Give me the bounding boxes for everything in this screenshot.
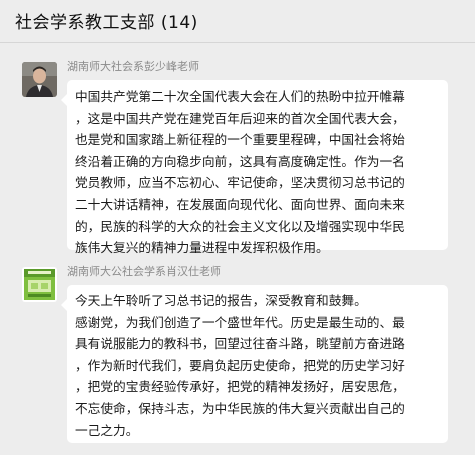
sender-avatar[interactable] bbox=[22, 267, 57, 302]
person-avatar-icon bbox=[22, 62, 57, 97]
message-text-line: 也是党和国家踏上新征程的一个重要里程碑，中国社会将始 bbox=[75, 132, 405, 148]
message-text-line: 感谢党，为我们创造了一个盛世年代。历史是最生动的、最 bbox=[75, 314, 405, 330]
chat-header: 社会学系教工支部 (14) bbox=[0, 0, 475, 42]
header-divider bbox=[0, 42, 475, 43]
chat-title[interactable]: 社会学系教工支部 (14) bbox=[15, 8, 198, 33]
message-text-line: ，作为新时代我们，要肩负起历史使命，把党的历史学习好 bbox=[75, 357, 405, 373]
message-text-line: 具有说服能力的教科书，回望过往奋斗路，眺望前方奋进路 bbox=[75, 336, 405, 352]
message-text-line: 的，民族的科学的大众的社会主义文化以及增强实现中华民 bbox=[75, 218, 405, 234]
message-text-line: 今天上午聆听了习总书记的报告，深受教育和鼓舞。 bbox=[75, 293, 367, 308]
sender-name: 湖南师大公社会学系肖汉仕老师 bbox=[67, 265, 221, 278]
message-bubble[interactable]: 中国共产党第二十次全国代表大会在人们的热盼中拉开帷幕 ，这是中国共产党在建党百年… bbox=[61, 80, 448, 255]
message-text-line: 二十大讲话精神，在发展面向现代化、面向世界、面向未来 bbox=[75, 196, 405, 212]
message-text-line: 终沿着正确的方向稳步向前，这具有高度确定性。作为一名 bbox=[75, 153, 405, 169]
sender-avatar[interactable] bbox=[22, 62, 57, 97]
message-text-line: 一己之力。 bbox=[75, 422, 139, 438]
message-text-line: 不忘使命，保持斗志，为中华民族的伟大复兴贡献出自己的 bbox=[75, 400, 405, 416]
message-text-line: ，把党的宝贵经验传承好，把党的精神发扬好，居安思危， bbox=[75, 379, 405, 395]
sender-name: 湖南师大社会系彭少峰老师 bbox=[67, 60, 199, 73]
book-cover-avatar-icon bbox=[22, 267, 57, 302]
message-text-line: ，这是中国共产党在建党百年后迎来的首次全国代表大会， bbox=[75, 110, 405, 126]
message-text-line: 党员教师，应当不忘初心、牢记使命，坚决贯彻习总书记的 bbox=[75, 175, 405, 191]
message-bubble[interactable]: 今天上午聆听了习总书记的报告，深受教育和鼓舞。 感谢党，为我们创造了一个盛世年代… bbox=[61, 285, 448, 443]
message-text-line: 族伟大复兴的精神力量进程中发挥积极作用。 bbox=[75, 240, 329, 256]
message-text-line: 中国共产党第二十次全国代表大会在人们的热盼中拉开帷幕 bbox=[75, 89, 405, 104]
